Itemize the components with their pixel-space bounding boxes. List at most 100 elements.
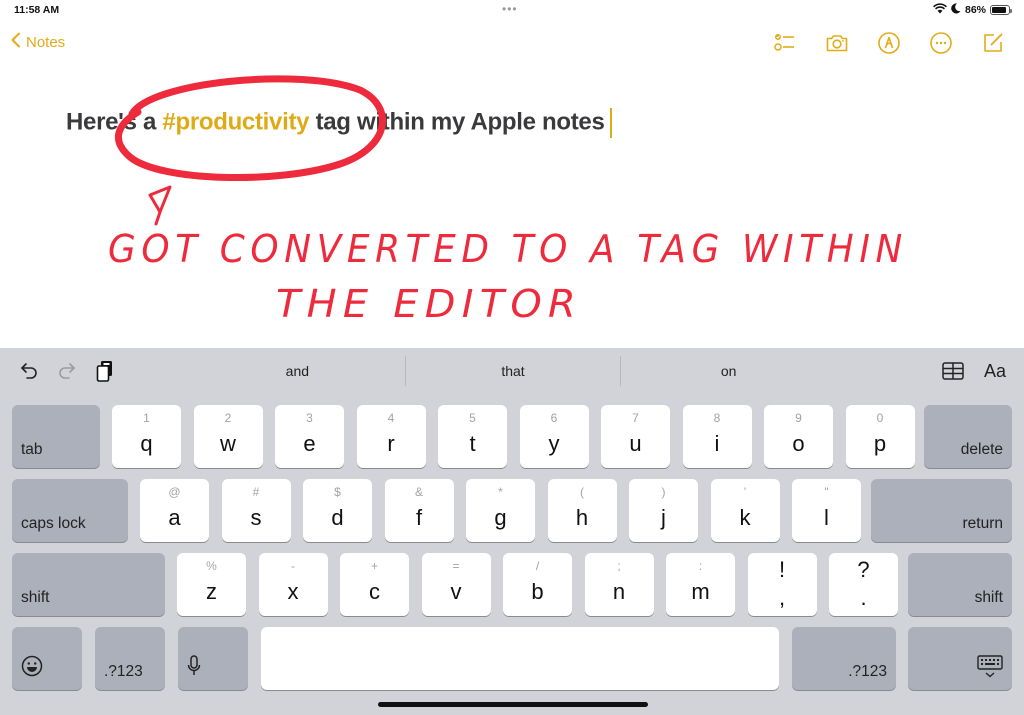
key-label: w [220,431,236,456]
annotation-line-2: THE EDITOR [276,282,582,326]
key-w[interactable]: 2w [193,405,263,468]
back-to-notes-button[interactable]: Notes [10,32,65,52]
handwritten-annotation: GOT CONVERTED TO A TAG WITHIN THE EDITOR [108,75,908,326]
paste-icon[interactable] [94,360,116,382]
multitasking-dots-icon[interactable]: ••• [502,2,518,16]
key-p[interactable]: 0p [845,405,915,468]
battery-level [992,7,1006,13]
caps-lock-key[interactable]: caps lock [12,479,128,542]
tab-key-label: tab [21,441,43,458]
suggestion-that[interactable]: that [404,356,621,386]
numbers-right-key[interactable]: .?123 [792,627,896,690]
key-e[interactable]: 3e [275,405,344,468]
table-icon[interactable] [942,360,964,382]
key-o[interactable]: 9o [764,405,833,468]
numbers-left-key[interactable]: .?123 [95,627,165,690]
format-text-icon[interactable]: Aa [984,361,1006,382]
markup-pen-icon[interactable] [876,30,902,56]
back-label: Notes [26,33,66,51]
key-l[interactable]: " l [792,479,861,542]
key-z[interactable]: % z [177,553,246,616]
key-i[interactable]: 8i [682,405,752,468]
redo-icon[interactable] [56,360,78,382]
compose-icon[interactable] [980,30,1006,56]
key-label: o [792,431,805,456]
key-hint: 0 [876,411,884,425]
key-m[interactable]: :m [666,553,735,616]
key-hint: / [535,559,540,573]
key-h[interactable]: (h [547,479,617,542]
key-f[interactable]: & f [384,479,454,542]
key-s[interactable]: # s [221,479,291,542]
key-g[interactable]: * g [466,479,535,542]
key-hint: ? [857,557,870,582]
key-a[interactable]: @ a [140,479,209,542]
shift-right-key[interactable]: shift [908,553,1012,616]
space-bar[interactable] [261,627,779,690]
key-label: d [331,505,344,530]
battery-tip [1010,9,1012,13]
key-comma-exclamation[interactable]: !, [747,553,817,616]
key-label: h [575,505,589,530]
delete-key[interactable]: delete [924,405,1012,468]
key-label: j [661,505,666,530]
shift-left-key[interactable]: shift [12,553,165,616]
key-label: q [140,431,153,456]
key-hint: 5 [469,411,476,425]
wifi-icon [933,3,947,17]
undo-icon[interactable] [18,360,40,382]
key-label: g [494,505,507,530]
dictation-key[interactable] [178,627,248,690]
key-n[interactable]: ; n [584,553,654,616]
key-hint: 4 [387,411,395,425]
key-label: . [860,585,867,610]
suggestion-and[interactable]: and [190,356,405,386]
return-key-label: return [962,515,1004,532]
key-period-question[interactable]: ?. [829,553,898,616]
note-body-text[interactable]: Here's a #productivity tag within my App… [66,108,612,138]
key-u[interactable]: 7u [601,405,670,468]
key-k[interactable]: ’ k [710,479,780,542]
more-icon[interactable] [928,30,954,56]
emoji-key[interactable] [12,627,82,690]
key-c[interactable]: + c [340,553,409,616]
key-hint: 1 [143,411,150,425]
key-r[interactable]: 4r [356,405,426,468]
status-bar: 11:58 AM ••• 86% [0,0,1024,20]
battery-icon [990,5,1012,15]
key-y[interactable]: 6y [519,405,589,468]
key-label: i [714,431,720,456]
key-j[interactable]: ) j [629,479,698,542]
caps-lock-key-label: caps lock [21,515,86,532]
key-t[interactable]: 5t [438,405,507,468]
key-d[interactable]: $ d [303,479,372,542]
key-hint: 8 [713,411,721,425]
camera-icon[interactable] [824,30,850,56]
battery-percent: 86% [964,4,986,16]
key-x[interactable]: -x [258,553,328,616]
key-hint: 7 [632,411,639,425]
text-caret [609,108,612,138]
note-editor[interactable]: Here's a #productivity tag within my App… [0,62,1024,347]
home-indicator[interactable] [378,702,648,707]
key-hint: 9 [795,411,802,425]
return-key[interactable]: return [871,479,1012,542]
annotation-line-1: GOT CONVERTED TO A TAG WITHIN [108,227,908,271]
dismiss-keyboard-key[interactable] [908,627,1012,690]
note-text-after: tag within my Apple notes [309,108,605,136]
key-hint: % [206,559,217,573]
key-hint: = [452,559,460,573]
key-v[interactable]: = v [421,553,491,616]
key-b[interactable]: / b [503,553,572,616]
note-toolbar [772,30,1006,56]
shift-right-key-label: shift [974,589,1003,606]
tab-key[interactable]: tab [12,405,100,468]
key-hint: 3 [306,411,313,425]
key-q[interactable]: 1q [112,405,181,468]
key-hint: & [414,485,423,499]
emoji-icon [21,655,43,682]
key-hint: 2 [224,411,232,425]
checklist-icon[interactable] [772,30,798,56]
productivity-tag[interactable]: #productivity [162,108,309,135]
suggestion-on[interactable]: on [620,356,836,386]
